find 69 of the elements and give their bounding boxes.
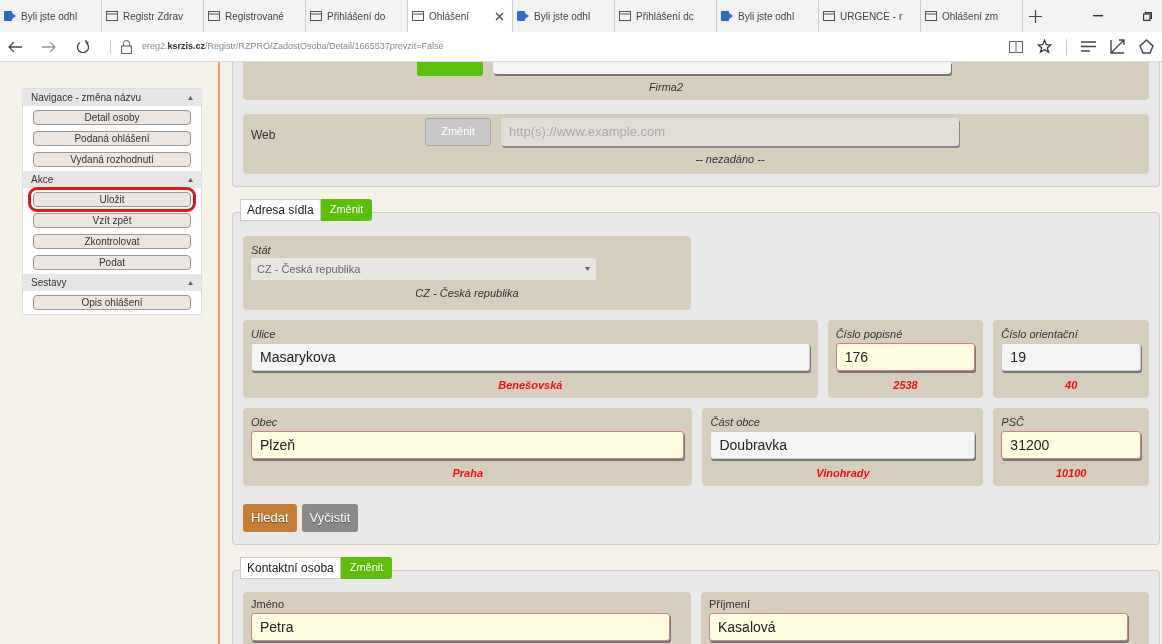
group-title: Navigace - změna názvu [31,91,142,105]
reading-view-icon[interactable] [1009,40,1023,53]
field-label: PSČ [1001,414,1025,430]
dropdown-arrow-icon [585,267,590,271]
text-field[interactable]: 31200 [1001,431,1141,459]
group-title: Sestavy [31,276,67,290]
site-icon [4,10,16,22]
sidebar-button[interactable]: Vydaná rozhodnutí [33,152,191,167]
text-field[interactable]: Plzeň [251,431,685,459]
new-tab-icon[interactable] [1029,9,1042,23]
minimize-icon[interactable] [1093,15,1103,17]
restore-icon[interactable] [1143,11,1152,21]
sidebar-button[interactable]: Opis ohlášení [33,295,191,310]
close-icon[interactable] [495,11,504,21]
back-arrow-icon[interactable] [8,40,22,53]
sidebar-button[interactable]: Vzít zpět [33,213,191,228]
field-label: Číslo orientační [1001,326,1080,342]
sidebar-button[interactable]: Detail osoby [33,110,191,125]
field-label: Číslo popisné [835,326,904,342]
text-field[interactable]: Doubravka [710,431,976,459]
group-title: Akce [31,173,54,187]
country-select[interactable]: CZ - Česká republika [251,258,596,280]
text-field[interactable]: Masarykova [251,343,810,371]
section-title: Kontaktní osoba [240,556,341,579]
sidebar-button[interactable]: Podaná ohlášení [33,131,191,146]
field-label: Část obce [710,414,761,430]
text-field[interactable]: 176 [835,343,976,371]
collapse-arrow-icon[interactable] [188,95,193,100]
previous-value: 2538 [893,378,918,393]
page-icon [823,11,835,21]
page-icon [619,11,631,21]
browser-tab[interactable]: Ohlášení [408,0,513,32]
field-label: Web [251,126,277,144]
text-field[interactable]: 19 [1001,343,1141,371]
menu-icon[interactable] [1081,41,1096,52]
text-field[interactable] [493,62,951,74]
url-field[interactable]: http(s)://www.example.com [501,117,959,146]
field-label: Obec [251,414,279,430]
page-icon [925,11,937,21]
previous-value: 40 [1065,378,1078,393]
refresh-icon[interactable] [76,39,90,54]
page-icon [208,11,220,21]
field-caption: CZ - Česká republika [415,286,519,301]
sidebar-button[interactable]: Podat [33,255,191,270]
field-caption: Firma2 [648,80,684,95]
previous-value: Benešovská [498,378,563,393]
site-icon [517,10,529,22]
star-icon[interactable] [1037,39,1052,54]
page-icon [412,11,424,21]
page-icon [106,11,118,21]
collapse-arrow-icon[interactable] [188,280,193,285]
page-icon [310,11,322,21]
previous-value: Vinohrady [816,466,870,481]
section-title: Adresa sídla [240,198,321,221]
collapse-arrow-icon[interactable] [188,177,193,182]
field-caption: -- nezadáno -- [695,151,765,167]
field-label: Stát [251,242,272,258]
field-label: Příjmení [709,596,751,612]
text-field[interactable]: Petra [251,613,671,641]
lock-icon [121,39,132,54]
sidebar-button[interactable]: Zkontrolovat [33,234,191,249]
field-label: Ulice [251,326,277,342]
previous-value: 10100 [1055,466,1087,481]
field-label: Jméno [251,596,286,612]
site-icon [721,10,733,22]
previous-value: Praha [452,466,483,481]
text-field[interactable]: Kasalová [709,613,1129,641]
url-text[interactable]: ereg2.ksrzis.cz/Registr/RZPRO/ZadostOsoba/Detail/1665537prevzit=False [142,39,444,54]
forward-arrow-icon[interactable] [42,40,56,53]
